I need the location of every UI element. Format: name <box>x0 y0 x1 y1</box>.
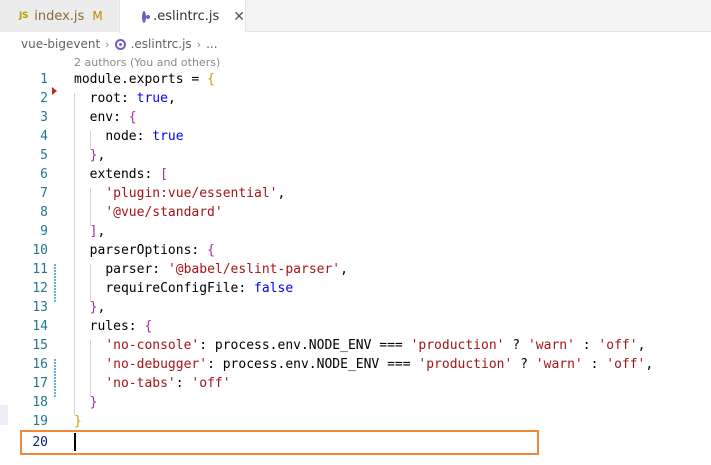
line-number: 12 <box>32 281 48 296</box>
code-text: parserOptions: { <box>89 243 215 258</box>
javascript-file-icon: JS <box>19 11 29 21</box>
code-text: '@vue/standard' <box>105 205 223 220</box>
code-text: parser: '@babel/eslint-parser', <box>105 262 348 277</box>
tab-label: .eslintrc.js <box>153 9 220 24</box>
code-line[interactable]: 10 parserOptions: { <box>0 242 711 261</box>
line-number: 2 <box>40 91 48 106</box>
line-number: 3 <box>40 110 48 125</box>
code-text: } <box>89 395 98 410</box>
breadcrumb-file[interactable]: .eslintrc.js <box>131 37 192 51</box>
code-line[interactable]: 4 node: true <box>0 128 711 147</box>
code-line[interactable]: 1 module.exports = { <box>0 71 711 90</box>
tab-index-js[interactable]: JS index.js M <box>0 0 118 32</box>
breadcrumb-more[interactable]: ... <box>206 37 217 51</box>
line-number: 7 <box>40 186 48 201</box>
modified-badge: M <box>92 9 103 23</box>
code-text: env: { <box>89 110 137 125</box>
breadcrumb-folder[interactable]: vue-bigevent <box>21 37 100 51</box>
tab-eslintrc[interactable]: .eslintrc.js ✕ <box>119 0 246 33</box>
code-text: 'no-console': process.env.NODE_ENV === '… <box>105 338 646 353</box>
line-number: 16 <box>32 357 48 372</box>
line-number: 8 <box>40 205 48 220</box>
code-text: rules: { <box>89 319 153 334</box>
line-number: 6 <box>40 167 48 182</box>
eslint-file-icon <box>142 10 151 23</box>
code-text: } <box>74 414 82 429</box>
code-line[interactable]: 13 }, <box>0 299 711 318</box>
line-number: 19 <box>32 414 48 429</box>
line-number: 17 <box>32 376 48 391</box>
code-line[interactable]: 12 requireConfigFile: false <box>0 280 711 299</box>
tab-label: index.js <box>34 8 85 24</box>
code-line[interactable]: 3 env: { <box>0 109 711 128</box>
code-line[interactable]: 18 } <box>0 394 711 413</box>
code-text: requireConfigFile: false <box>105 281 294 296</box>
line-number: 11 <box>32 262 48 277</box>
current-line-highlight <box>20 430 539 455</box>
text-cursor <box>74 433 76 451</box>
line-number: 9 <box>40 224 48 239</box>
close-icon[interactable]: ✕ <box>233 9 245 25</box>
line-number: 4 <box>40 129 48 144</box>
code-text: }, <box>89 148 106 163</box>
code-line[interactable]: 6 extends: [ <box>0 166 711 185</box>
code-line[interactable]: 14 rules: { <box>0 318 711 337</box>
code-text: root: true, <box>89 91 176 106</box>
chevron-right-icon: › <box>196 37 202 51</box>
code-text: node: true <box>105 129 184 144</box>
code-text: }, <box>89 300 106 315</box>
code-text: 'no-tabs': 'off' <box>105 376 231 391</box>
code-text: module.exports = { <box>74 72 215 87</box>
code-line[interactable]: 8 '@vue/standard' <box>0 204 711 223</box>
editor-tabs: JS index.js M .eslintrc.js ✕ <box>0 0 711 33</box>
line-number: 18 <box>32 395 48 410</box>
line-number: 1 <box>40 72 48 87</box>
code-line[interactable]: 7 'plugin:vue/essential', <box>0 185 711 204</box>
codelens-authors[interactable]: 2 authors (You and others) <box>74 56 220 69</box>
line-number: 15 <box>32 338 48 353</box>
code-line[interactable]: 15 'no-console': process.env.NODE_ENV ==… <box>0 337 711 356</box>
line-number: 14 <box>32 319 48 334</box>
line-number: 5 <box>40 148 48 163</box>
line-number: 13 <box>32 300 48 315</box>
code-text: extends: [ <box>89 167 168 182</box>
code-text: 'plugin:vue/essential', <box>105 186 286 201</box>
code-text: ], <box>89 224 106 239</box>
code-line[interactable]: 16 'no-debugger': process.env.NODE_ENV =… <box>0 356 711 375</box>
chevron-right-icon: › <box>105 37 110 51</box>
code-line[interactable]: 17 'no-tabs': 'off' <box>0 375 711 394</box>
code-line[interactable]: 11 parser: '@babel/eslint-parser', <box>0 261 711 280</box>
code-line[interactable]: 5 }, <box>0 147 711 166</box>
code-line[interactable]: 2 root: true, <box>0 90 711 109</box>
code-line[interactable]: 9 ], <box>0 223 711 242</box>
breadcrumb: vue-bigevent › .eslintrc.js › ... <box>21 36 218 52</box>
eslint-file-icon <box>114 38 126 50</box>
line-number: 10 <box>32 243 48 258</box>
code-text: 'no-debugger': process.env.NODE_ENV === … <box>105 357 654 372</box>
